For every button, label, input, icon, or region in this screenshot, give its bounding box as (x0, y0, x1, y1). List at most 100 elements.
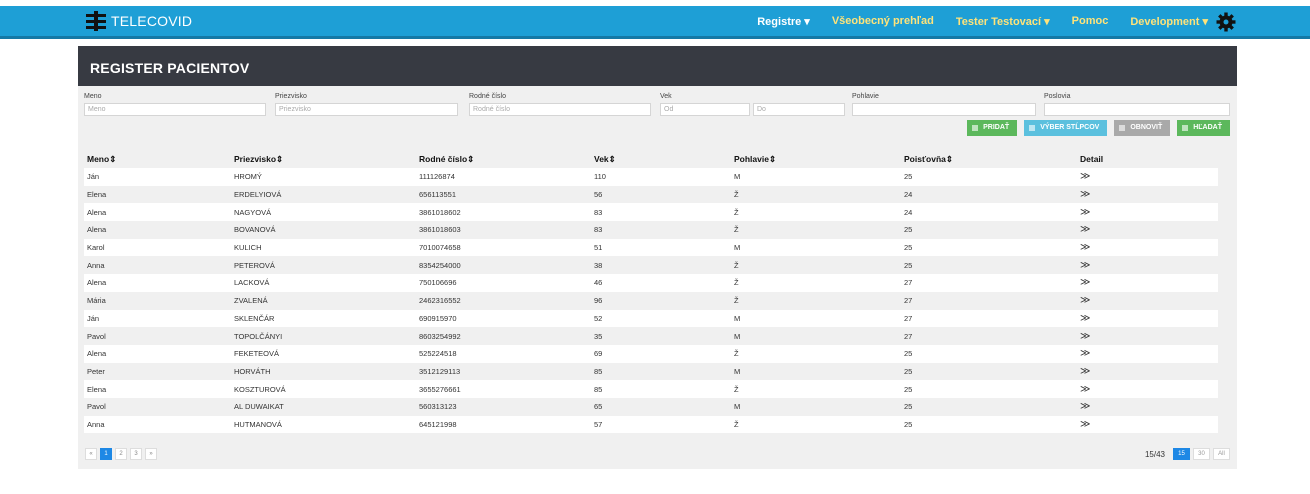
header-vek[interactable]: Vek⇕ (594, 150, 734, 168)
page-button[interactable]: « (85, 448, 97, 460)
priezvisko-input[interactable]: Priezvisko (275, 103, 458, 116)
detail-chevron-icon[interactable]: ≫ (1080, 224, 1218, 235)
table-cell: FEKETEOVÁ (234, 349, 280, 359)
detail-chevron-icon[interactable]: ≫ (1080, 260, 1218, 271)
header-poistovna[interactable]: Poisťovňa⇕ (904, 150, 1080, 168)
refresh-button[interactable]: OBNOVIŤ (1114, 120, 1171, 136)
table-cell: Karol (87, 243, 105, 253)
table-row[interactable]: Anna PETEROVÁ 8354254000 38 Ž 25 ≫ (84, 256, 1218, 275)
detail-chevron-icon[interactable]: ≫ (1080, 419, 1218, 430)
table-cell: 27 (904, 278, 913, 288)
rodne-cislo-input[interactable]: Rodné číslo (469, 103, 651, 116)
detail-chevron-icon[interactable]: ≫ (1080, 366, 1218, 377)
page-button[interactable]: » (145, 448, 157, 460)
detail-chevron-icon[interactable]: ≫ (1080, 277, 1218, 288)
page-size-button[interactable]: All (1213, 448, 1230, 460)
table-body: Ján HROMÝ 111126874 110 M 25 ≫ Elena ERDELYIOVÁ 6… (84, 168, 1218, 434)
table-row[interactable]: Pavol AL DUWAIKAT 560313123 65 M 25 ≫ (84, 397, 1218, 416)
table-cell: Elena (87, 384, 107, 394)
table-row[interactable]: Mária ZVALENÁ 2462316552 96 Ž 27 ≫ (84, 291, 1218, 310)
table-row[interactable]: Alena BOVANOVÁ 3861018603 83 Ž 25 ≫ (84, 221, 1218, 239)
add-button[interactable]: PRIDAŤ (967, 120, 1018, 136)
table-row[interactable]: Pavol TOPOLČÁNYI 8603254992 35 M 27 ≫ (84, 327, 1218, 345)
filter-pohlavie: Pohlavie (852, 93, 1036, 116)
table-cell: Mária (87, 296, 106, 306)
vek-od-input[interactable]: Od (660, 103, 750, 116)
filter-label: Pohlavie (852, 93, 879, 100)
detail-chevron-icon[interactable]: ≫ (1080, 207, 1218, 218)
table-row[interactable]: Alena FEKETEOVÁ 525224518 69 Ž 25 ≫ (84, 344, 1218, 363)
table-row[interactable]: Alena NAGYOVÁ 3861018602 83 Ž 24 ≫ (84, 203, 1218, 222)
main-nav: Registre ▾ Všeobecný prehľad Tester Test… (757, 15, 1208, 28)
table-row[interactable]: Elena ERDELYIOVÁ 656113551 56 Ž 24 ≫ (84, 185, 1218, 204)
page-button[interactable]: 1 (100, 448, 112, 460)
table-row[interactable]: Ján SKLENČÁR 690915970 52 M 27 ≫ (84, 309, 1218, 328)
vek-do-input[interactable]: Do (753, 103, 845, 116)
table-row[interactable]: Anna HUTMANOVÁ 645121998 57 Ž 25 ≫ (84, 415, 1218, 434)
detail-chevron-icon[interactable]: ≫ (1080, 171, 1218, 182)
table-row[interactable]: Ján HROMÝ 111126874 110 M 25 ≫ (84, 168, 1218, 186)
table-cell: Ján (87, 172, 100, 182)
header-rodne-cislo[interactable]: Rodné číslo⇕ (419, 150, 594, 168)
detail-chevron-icon[interactable]: ≫ (1080, 331, 1218, 342)
table-cell: 560313123 (419, 402, 457, 412)
meno-input[interactable]: Meno (84, 103, 266, 116)
page-size-button[interactable]: 30 (1193, 448, 1210, 460)
header-pohlavie[interactable]: Pohlavie⇕ (734, 150, 904, 168)
page-size-button[interactable]: 15 (1173, 448, 1190, 460)
top-navbar: TELECOVID Registre ▾ Všeobecný prehľad T… (0, 6, 1310, 39)
detail-chevron-icon[interactable]: ≫ (1080, 401, 1218, 412)
brand[interactable]: TELECOVID (86, 11, 192, 31)
table-row[interactable]: Peter HORVÁTH 3512129113 85 M 25 ≫ (84, 362, 1218, 381)
filter-vek: Vek Od Do (660, 93, 846, 116)
nav-item-user[interactable]: Tester Testovací ▾ (956, 15, 1050, 28)
header-meno[interactable]: Meno⇕ (84, 150, 234, 168)
table-row[interactable]: Alena LACKOVÁ 750106696 46 Ž 27 ≫ (84, 274, 1218, 292)
detail-chevron-icon[interactable]: ≫ (1080, 295, 1218, 306)
pohlavie-select[interactable] (852, 103, 1036, 116)
filter-label: Vek (660, 93, 672, 100)
page-button[interactable]: 3 (130, 448, 142, 460)
table-row[interactable]: Karol KULICH 7010074658 51 M 25 ≫ (84, 238, 1218, 257)
table-cell: 25 (904, 243, 913, 253)
table-cell: BOVANOVÁ (234, 225, 276, 235)
detail-chevron-icon[interactable]: ≫ (1080, 313, 1218, 324)
table-cell: 2462316552 (419, 296, 461, 306)
filter-label: Rodné číslo (469, 93, 506, 100)
table-cell: 750106696 (419, 278, 457, 288)
header-priezvisko[interactable]: Priezvisko⇕ (234, 150, 419, 168)
table-cell: 3861018603 (419, 225, 461, 235)
table-cell: 69 (594, 349, 603, 359)
filter-label: Meno (84, 93, 102, 100)
detail-chevron-icon[interactable]: ≫ (1080, 348, 1218, 359)
nav-item-development[interactable]: Development ▾ (1130, 15, 1208, 28)
table-cell: Alena (87, 207, 107, 217)
table-cell: Ž (734, 190, 739, 200)
table-cell: Alena (87, 349, 107, 359)
pagination: «1 2 3» (85, 448, 157, 460)
nav-item-prehlad[interactable]: Všeobecný prehľad (832, 15, 934, 28)
patient-register-panel: REGISTER PACIENTOV Meno Meno Priezvisko … (78, 46, 1237, 469)
nav-item-pomoc[interactable]: Pomoc (1072, 15, 1109, 28)
brand-name: TELECOVID (111, 13, 193, 29)
table-cell: Ž (734, 260, 739, 270)
table-cell: Anna (87, 260, 105, 270)
table-cell: M (734, 243, 741, 253)
detail-chevron-icon[interactable]: ≫ (1080, 189, 1218, 200)
postovia-input[interactable] (1044, 103, 1230, 116)
filter-meno: Meno Meno (84, 93, 266, 116)
column-select-button[interactable]: VÝBER STĹPCOV (1024, 120, 1108, 136)
page-button[interactable]: 2 (115, 448, 127, 460)
detail-chevron-icon[interactable]: ≫ (1080, 242, 1218, 253)
table-cell: 25 (904, 260, 913, 270)
table-cell: 85 (594, 384, 603, 394)
table-cell: 645121998 (419, 419, 457, 429)
table-row[interactable]: Elena KOSZTUROVÁ 3655276661 85 Ž 25 ≫ (84, 380, 1218, 398)
search-button[interactable]: HĽADAŤ (1177, 120, 1230, 136)
table-cell: Ž (734, 278, 739, 288)
gear-icon[interactable] (1216, 12, 1236, 32)
detail-chevron-icon[interactable]: ≫ (1080, 384, 1218, 395)
nav-item-registre[interactable]: Registre ▾ (757, 15, 810, 28)
filter-label: Priezvisko (275, 93, 307, 100)
table-cell: Peter (87, 366, 105, 376)
